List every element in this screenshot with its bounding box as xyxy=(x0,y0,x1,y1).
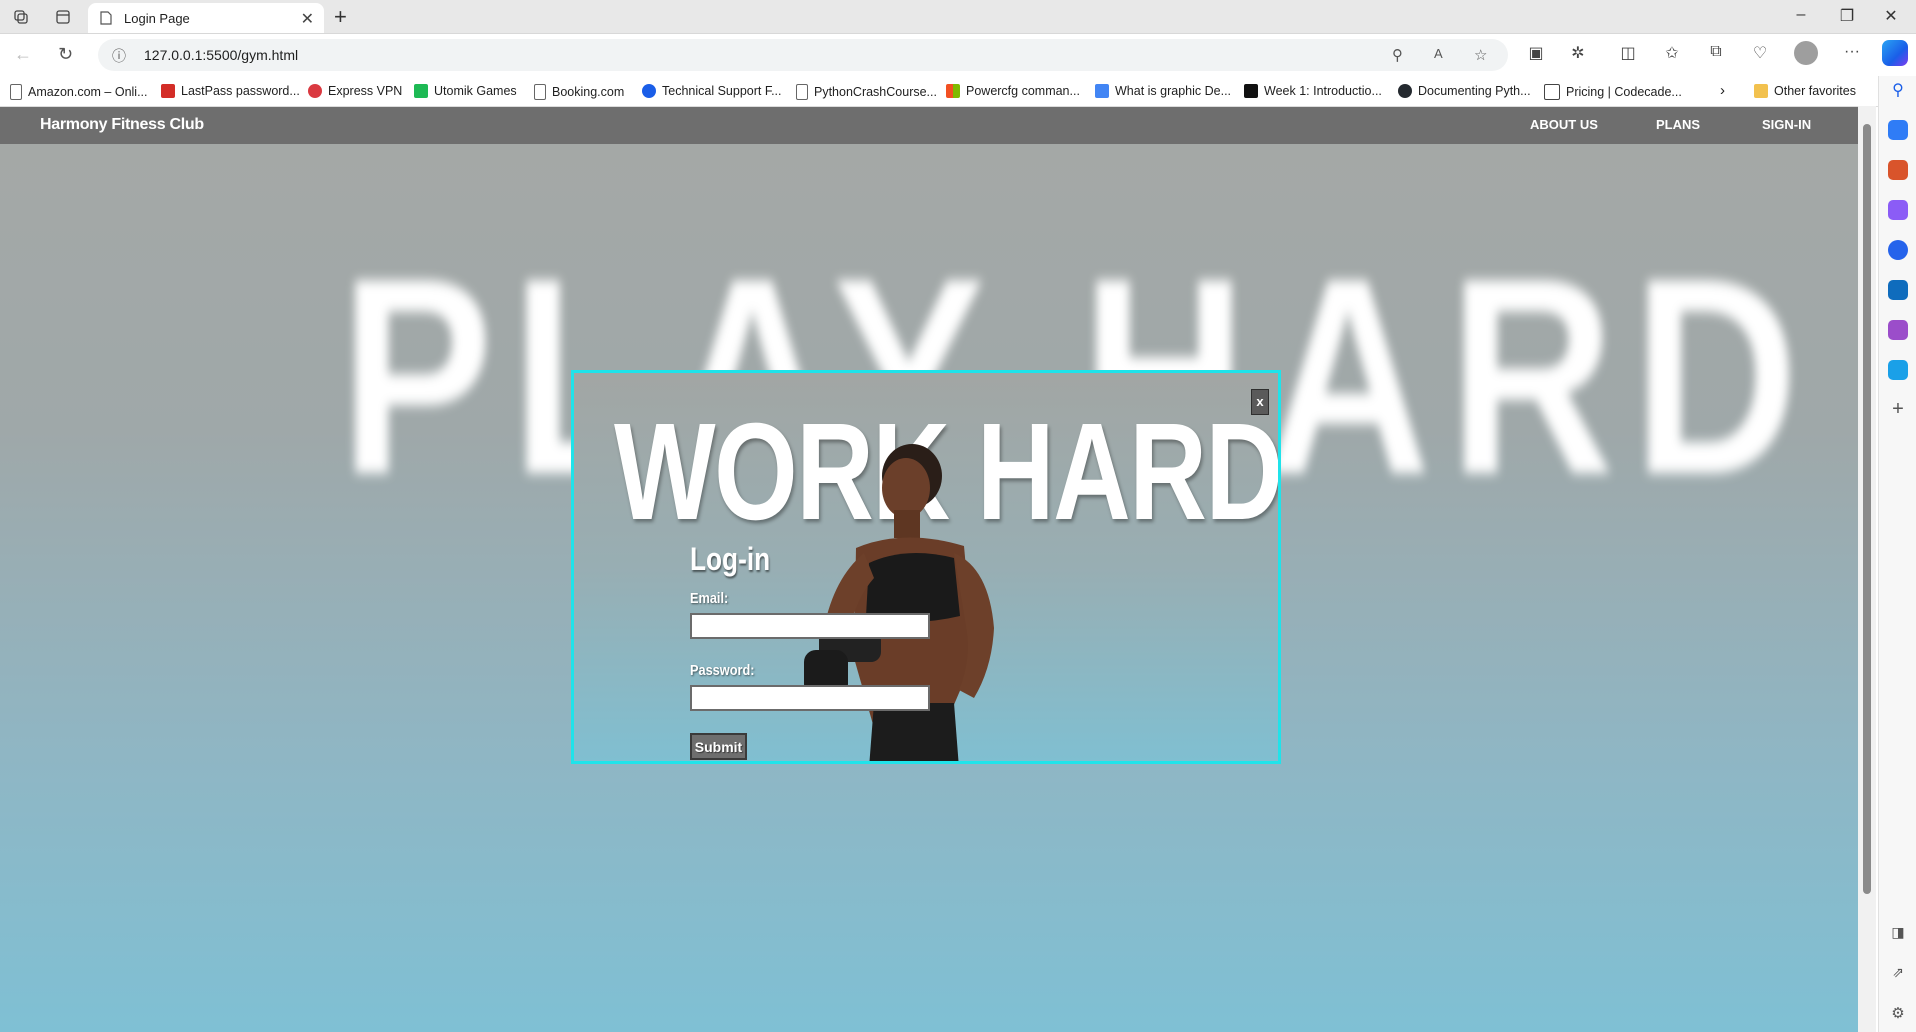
site-brand[interactable]: Harmony Fitness Club xyxy=(40,116,204,134)
page-icon xyxy=(534,84,546,100)
d2l-icon xyxy=(1244,84,1258,98)
expressvpn-icon xyxy=(308,84,322,98)
profile-avatar[interactable] xyxy=(1794,41,1818,65)
games-icon[interactable] xyxy=(1888,200,1908,220)
favorite-star-icon[interactable]: ☆ xyxy=(1474,46,1487,64)
close-window-icon[interactable]: ✕ xyxy=(1876,6,1906,26)
settings-more-icon[interactable]: ··· xyxy=(1840,43,1864,61)
login-modal: WORK HARD Log-in Email: Password: Submit… xyxy=(571,370,1281,764)
minimize-icon[interactable]: – xyxy=(1786,6,1816,24)
bookmark-item[interactable]: Utomik Games xyxy=(414,84,517,98)
scrollbar-thumb[interactable] xyxy=(1863,124,1871,894)
designer-icon[interactable] xyxy=(1888,320,1908,340)
page-icon xyxy=(796,84,808,100)
lastpass-icon xyxy=(161,84,175,98)
utomik-icon xyxy=(414,84,428,98)
bookmark-item[interactable]: Amazon.com – Onli... xyxy=(10,84,148,100)
globe-icon xyxy=(642,84,656,98)
split-screen-icon[interactable]: ◫ xyxy=(1616,43,1640,63)
drop-icon[interactable] xyxy=(1888,360,1908,380)
bookmark-item[interactable]: Booking.com xyxy=(534,84,624,100)
address-toolbar: ← ↻ ⓘ 127.0.0.1:5500/gym.html ⚲ A ☆ ▣ ✲ … xyxy=(0,34,1916,76)
page-scrollbar[interactable] xyxy=(1858,106,1876,1032)
workspaces-icon[interactable] xyxy=(10,6,32,28)
more-bookmarks-chevron-icon[interactable]: › xyxy=(1720,82,1725,99)
back-icon[interactable]: ← xyxy=(14,44,32,65)
bookmark-item[interactable]: LastPass password... xyxy=(161,84,300,98)
page-viewport: Harmony Fitness Club ABOUT US PLANS SIGN… xyxy=(0,107,1858,1032)
new-tab-icon[interactable]: + xyxy=(334,4,347,30)
page-icon xyxy=(100,11,112,30)
browser-collections-icon[interactable]: ⧉ xyxy=(1704,43,1728,61)
nav-sign-in[interactable]: SIGN-IN xyxy=(1762,117,1811,132)
email-field[interactable] xyxy=(690,613,930,639)
bookmark-item[interactable]: Powercfg comman... xyxy=(946,84,1080,98)
refresh-icon[interactable]: ↻ xyxy=(58,44,73,65)
site-navbar: Harmony Fitness Club ABOUT US PLANS SIGN… xyxy=(0,107,1858,144)
codecademy-icon xyxy=(1544,84,1560,100)
favorites-icon[interactable]: ✩ xyxy=(1660,43,1684,63)
submit-button[interactable]: Submit xyxy=(690,733,747,760)
page-icon xyxy=(10,84,22,100)
url-text[interactable]: 127.0.0.1:5500/gym.html xyxy=(144,47,298,63)
browser-essentials-icon[interactable]: ♡ xyxy=(1748,43,1772,63)
login-title: Log-in xyxy=(690,541,771,577)
github-icon xyxy=(1398,84,1412,98)
tools-icon[interactable] xyxy=(1888,160,1908,180)
address-bar[interactable]: ⓘ 127.0.0.1:5500/gym.html ⚲ A ☆ xyxy=(98,39,1508,71)
browser-tab-bar: Login Page ✕ + – ❐ ✕ xyxy=(0,0,1916,34)
search-icon[interactable]: ⚲ xyxy=(1888,80,1908,100)
password-label: Password: xyxy=(690,662,755,679)
extensions-icon[interactable]: ✲ xyxy=(1566,43,1590,63)
folder-icon xyxy=(1754,84,1768,98)
microsoft-icon xyxy=(946,84,960,98)
bookmark-item[interactable]: Week 1: Introductio... xyxy=(1244,84,1382,98)
shopping-icon[interactable] xyxy=(1888,120,1908,140)
password-field[interactable] xyxy=(690,685,930,711)
other-favorites[interactable]: Other favorites xyxy=(1754,84,1856,98)
email-label: Email: xyxy=(690,590,729,607)
bookmarks-bar: Amazon.com – Onli... LastPass password..… xyxy=(0,76,1916,107)
bookmark-item[interactable]: Technical Support F... xyxy=(642,84,782,98)
modal-close-button[interactable]: x xyxy=(1251,389,1269,415)
bookmark-item[interactable]: What is graphic De... xyxy=(1095,84,1231,98)
bookmark-item[interactable]: PythonCrashCourse... xyxy=(796,84,937,100)
zoom-icon[interactable]: ⚲ xyxy=(1392,46,1403,64)
tab-actions-icon[interactable] xyxy=(52,6,74,28)
bookmark-item[interactable]: Express VPN xyxy=(308,84,402,98)
gear-icon[interactable]: ⚙ xyxy=(1888,1004,1908,1024)
microsoft-365-icon[interactable] xyxy=(1888,240,1908,260)
nav-plans[interactable]: PLANS xyxy=(1656,117,1700,132)
restore-icon[interactable]: ❐ xyxy=(1832,6,1862,26)
open-external-icon[interactable]: ⇗ xyxy=(1888,964,1908,984)
read-aloud-icon[interactable]: A xyxy=(1434,46,1443,61)
docs-icon xyxy=(1095,84,1109,98)
collections-icon[interactable]: ▣ xyxy=(1524,43,1548,63)
tab-login-page[interactable]: Login Page ✕ xyxy=(88,3,324,33)
copilot-icon[interactable] xyxy=(1882,40,1908,66)
athlete-image xyxy=(804,444,994,761)
close-tab-icon[interactable]: ✕ xyxy=(301,9,314,29)
add-icon[interactable]: + xyxy=(1888,398,1908,420)
tab-title: Login Page xyxy=(124,11,190,26)
bookmark-item[interactable]: Pricing | Codecade... xyxy=(1544,84,1682,100)
site-info-icon[interactable]: ⓘ xyxy=(112,46,126,66)
hide-sidebar-icon[interactable]: ◨ xyxy=(1888,924,1908,944)
nav-about-us[interactable]: ABOUT US xyxy=(1530,117,1598,132)
outlook-icon[interactable] xyxy=(1888,280,1908,300)
bookmark-item[interactable]: Documenting Pyth... xyxy=(1398,84,1531,98)
edge-sidebar: ⚲ + ◨ ⇗ ⚙ xyxy=(1878,76,1916,1032)
